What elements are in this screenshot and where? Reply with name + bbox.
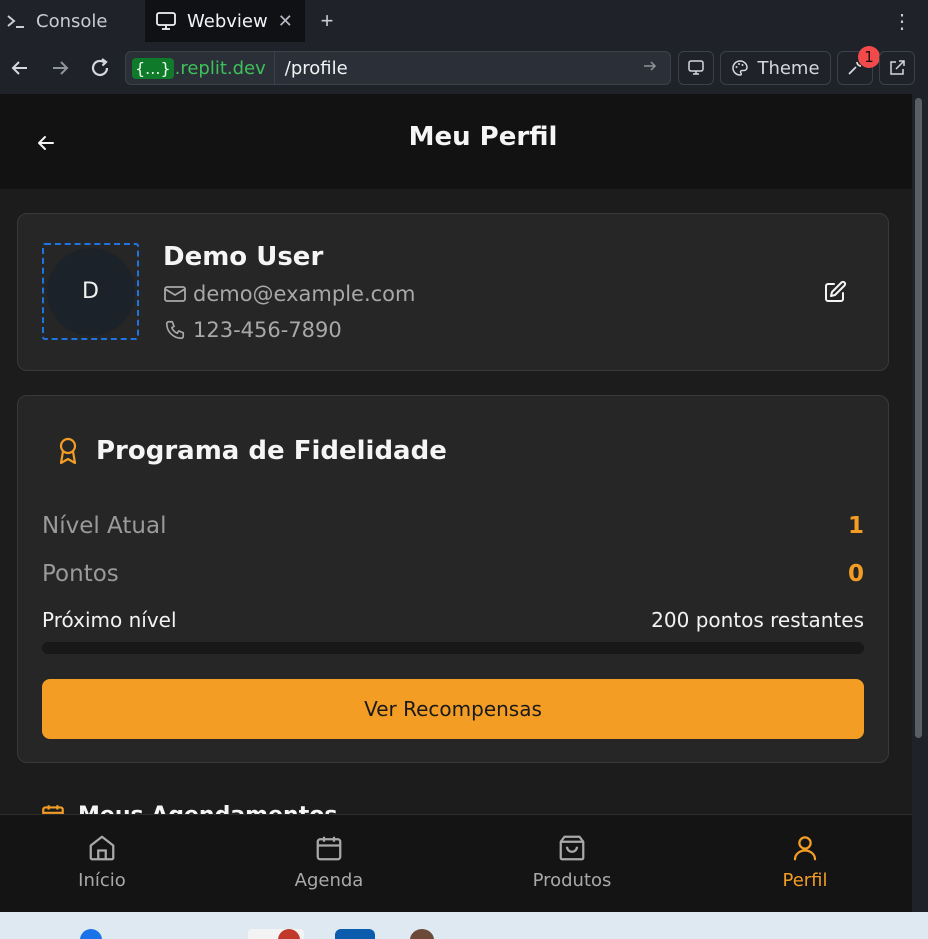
browser-url-bar: {...} .replit.dev /profile Theme 1 [0,42,928,94]
edit-icon [825,280,847,302]
arrow-left-icon [11,61,27,75]
tab-console-label: Console [36,10,108,32]
nav-label-perfil: Perfil [782,870,828,891]
points-label: Pontos [42,561,119,587]
bottom-nav: Início Agenda Produtos Perfil [0,814,912,912]
tab-console[interactable]: Console [0,0,145,42]
nav-item-agenda[interactable]: Agenda [269,833,389,891]
taskbar-app-icon[interactable] [335,929,375,939]
arrow-right-icon [53,61,69,75]
nav-item-produtos[interactable]: Produtos [512,833,632,891]
email-row: demo@example.com [163,282,415,306]
user-email: demo@example.com [193,282,416,306]
tab-webview[interactable]: Webview ✕ [145,0,305,42]
next-level-row: Próximo nível 200 pontos restantes [42,608,864,632]
next-level-value: 200 pontos restantes [651,608,864,632]
phone-icon [165,320,185,340]
url-field[interactable]: {...} .replit.dev /profile [125,51,671,85]
notification-badge: 1 [858,46,880,68]
url-path: /profile [284,57,348,79]
level-progress-bar [42,642,864,654]
award-icon [59,437,77,465]
nav-label-produtos: Produtos [532,870,612,891]
user-name: Demo User [163,242,324,272]
phone-row: 123-456-7890 [163,318,342,342]
scrollbar-thumb[interactable] [915,98,922,738]
profile-card: D Demo User demo@example.com 123-456-789… [17,213,889,371]
back-nav-button[interactable] [0,42,40,94]
points-row: Pontos 0 [42,561,864,587]
os-taskbar [0,912,928,939]
avatar[interactable]: D [42,243,139,340]
next-level-label: Próximo nível [42,608,177,632]
taskbar-app-icon[interactable] [80,929,102,939]
app-header: Meu Perfil [0,94,912,189]
url-host-text: .replit.dev [174,57,266,79]
close-icon[interactable]: ✕ [278,11,293,32]
level-label: Nível Atual [42,513,167,539]
theme-label: Theme [757,57,820,79]
app-viewport: Meu Perfil D Demo User demo@example.com … [0,94,912,912]
url-host: {...} .replit.dev [126,52,275,84]
browser-tab-bar: Console Webview ✕ + ⋮ [0,0,928,42]
edit-profile-button[interactable] [822,279,848,305]
reload-icon [91,58,109,77]
forward-nav-button[interactable] [40,42,80,94]
plus-icon: + [320,8,334,33]
devtools-button[interactable]: 1 [837,46,880,85]
terminal-icon [6,12,26,30]
loyalty-card: Programa de Fidelidade Nível Atual 1 Pon… [17,395,889,763]
more-vertical-icon[interactable]: ⋮ [892,9,912,34]
nav-item-inicio[interactable]: Início [42,833,162,891]
points-value: 0 [847,561,864,587]
user-phone: 123-456-7890 [193,318,342,342]
new-tab-button[interactable]: + [305,0,349,42]
go-arrow-icon[interactable] [642,58,670,79]
nav-label-agenda: Agenda [294,870,364,891]
loyalty-header: Programa de Fidelidade [54,436,447,466]
loyalty-title: Programa de Fidelidade [96,436,447,466]
external-link-icon [890,60,905,75]
nav-label-inicio: Início [78,870,126,891]
monitor-icon [688,60,704,75]
palette-icon [732,60,749,76]
page-title: Meu Perfil [408,122,558,152]
view-rewards-button[interactable]: Ver Recompensas [42,679,864,739]
mail-icon [164,286,186,302]
nav-item-perfil[interactable]: Perfil [745,833,865,891]
user-icon [793,836,817,861]
tab-webview-label: Webview [187,10,268,32]
monitor-icon [155,11,177,31]
level-row: Nível Atual 1 [42,513,864,539]
theme-button[interactable]: Theme [720,51,831,85]
home-icon [89,835,115,861]
avatar-initial: D [46,247,135,336]
shopping-bag-icon [559,835,585,861]
level-value: 1 [847,513,864,539]
open-external-button[interactable] [879,51,915,85]
taskbar-app-icon[interactable] [410,929,434,939]
reload-button[interactable] [80,42,120,94]
calendar-icon [316,836,342,861]
devices-button[interactable] [678,51,714,85]
url-badge: {...} [132,57,174,79]
